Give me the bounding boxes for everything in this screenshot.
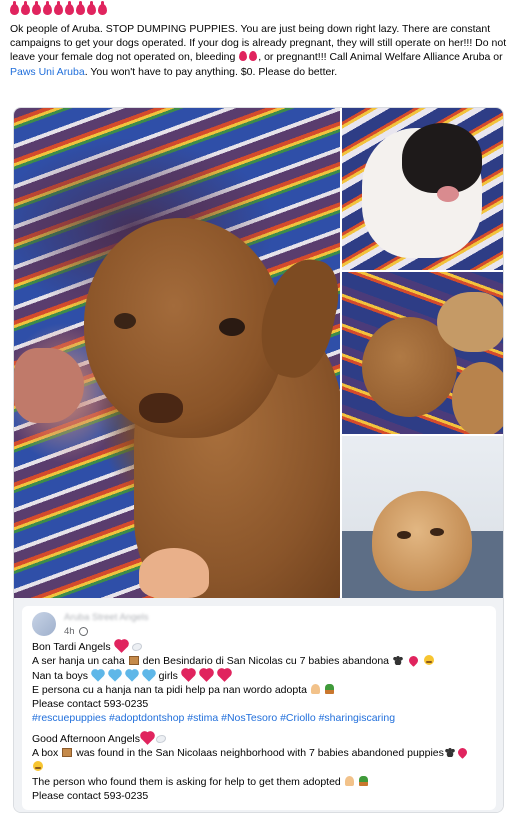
blue-heart-icon xyxy=(109,669,121,682)
facebook-post: Ok people of Aruba. STOP DUMPING PUPPIES… xyxy=(0,0,519,818)
puppy-eye-shape xyxy=(397,531,411,539)
puppy-eye-shape xyxy=(219,318,245,336)
line-text: E persona cu a hanja nan ta pidi help pa… xyxy=(32,683,307,696)
line-text: girls xyxy=(158,669,178,682)
line-text: was found in the San Nicolaas neighborho… xyxy=(73,747,444,760)
text-line: A box was found in the San Nicolaas neig… xyxy=(32,746,492,760)
puppy-shape xyxy=(372,491,472,591)
drop-emoji xyxy=(239,51,248,62)
drop-emoji xyxy=(10,4,19,15)
shared-post-footer: Aruba Street Angels 4h Bon Tardi Angels … xyxy=(14,598,503,812)
shared-post-card[interactable]: Aruba Street Angels 4h Bon Tardi Angels … xyxy=(13,107,504,813)
shared-post-text: Bon Tardi Angels A ser hanja un caha den… xyxy=(32,640,492,803)
crying-face-icon xyxy=(33,761,43,772)
top-emoji-row xyxy=(10,4,107,18)
puppy-nose-shape xyxy=(437,186,459,202)
drop-emoji xyxy=(249,51,258,62)
blue-heart-icon xyxy=(126,669,138,682)
blue-heart-icon xyxy=(92,669,104,682)
line-text: Good Afternoon Angels xyxy=(32,732,140,745)
author-name[interactable]: Aruba Street Angels xyxy=(64,612,184,623)
drop-emoji xyxy=(54,4,63,15)
puppy-photo-in-box[interactable] xyxy=(342,436,503,598)
potted-plant-icon xyxy=(324,683,334,694)
pray-hands-icon xyxy=(344,775,354,786)
line-text: den Besindario di San Nicolas cu 7 babie… xyxy=(139,655,390,668)
blue-heart-icon xyxy=(143,669,155,682)
shared-post-content: Aruba Street Angels 4h Bon Tardi Angels … xyxy=(22,606,496,810)
text-line xyxy=(32,760,492,774)
post-text-part2: , or pregnant!!! Call Animal Welfare All… xyxy=(258,51,503,64)
line-text: The person who found them is asking for … xyxy=(32,775,341,788)
puppy-eye-shape xyxy=(430,528,444,536)
puppy-shape xyxy=(452,362,503,434)
crying-face-icon xyxy=(423,655,434,666)
box-icon xyxy=(62,748,73,758)
drop-emoji xyxy=(87,4,96,15)
globe-icon xyxy=(78,627,88,636)
line-text: Bon Tardi Angels xyxy=(32,641,111,653)
puppy-nose-shape xyxy=(139,393,183,423)
post-text-part3: . You won't have to pay anything. $0. Pl… xyxy=(84,65,338,78)
angel-wing-icon xyxy=(156,734,166,743)
drop-emoji xyxy=(76,4,85,15)
text-line: Please contact 593-0235 xyxy=(32,789,149,802)
puppy-photo-black-white[interactable] xyxy=(342,108,503,270)
hashtags[interactable]: #rescuepuppies #adoptdontshop #stima #No… xyxy=(32,711,492,725)
heart-red-icon xyxy=(199,668,213,682)
heart-red-icon xyxy=(141,731,154,745)
broken-heart-icon xyxy=(456,746,469,759)
post-timestamp[interactable]: 4h xyxy=(64,626,88,637)
text-line: Bon Tardi Angels xyxy=(32,640,492,654)
paw-shape xyxy=(14,348,84,423)
paw-icon xyxy=(392,656,403,666)
angel-wing-icon xyxy=(132,643,143,651)
paws-uni-aruba-link[interactable]: Paws Uni Aruba xyxy=(10,66,85,78)
heart-red-icon xyxy=(181,668,195,682)
line-text: Nan ta boys xyxy=(32,669,91,682)
puppy-patch-shape xyxy=(402,123,482,193)
puppy-photo-sleeping[interactable] xyxy=(342,272,503,434)
puppy-photo-main[interactable] xyxy=(14,108,340,598)
drop-emoji xyxy=(32,4,41,15)
puppy-head-shape xyxy=(84,218,284,438)
puppy-eye-shape xyxy=(114,313,136,329)
text-line: Good Afternoon Angels xyxy=(32,731,492,746)
box-icon xyxy=(128,656,139,666)
line-text: A box xyxy=(32,747,62,760)
line-text: A ser hanja un caha xyxy=(32,655,128,668)
timestamp-text: 4h xyxy=(64,626,75,637)
paw-shape xyxy=(139,548,209,598)
post-body-text: Ok people of Aruba. STOP DUMPING PUPPIES… xyxy=(10,22,510,79)
text-line: A ser hanja un caha den Besindario di Sa… xyxy=(32,654,492,668)
drop-emoji xyxy=(21,4,30,15)
drop-emoji xyxy=(98,4,107,15)
pray-hands-icon xyxy=(310,683,320,694)
text-line: E persona cu a hanja nan ta pidi help pa… xyxy=(32,683,492,697)
drop-emoji xyxy=(65,4,74,15)
text-line: The person who found them is asking for … xyxy=(32,775,492,789)
puppy-shape xyxy=(437,292,503,352)
paw-icon xyxy=(444,748,455,758)
text-line: Please contact 593-0235 xyxy=(32,698,149,711)
avatar[interactable] xyxy=(32,612,56,636)
heart-red-icon xyxy=(217,668,231,682)
broken-heart-icon xyxy=(406,654,420,668)
heart-red-icon xyxy=(114,640,128,653)
potted-plant-icon xyxy=(358,775,368,786)
text-line: Nan ta boys girls xyxy=(32,668,492,683)
drop-emoji xyxy=(43,4,52,15)
